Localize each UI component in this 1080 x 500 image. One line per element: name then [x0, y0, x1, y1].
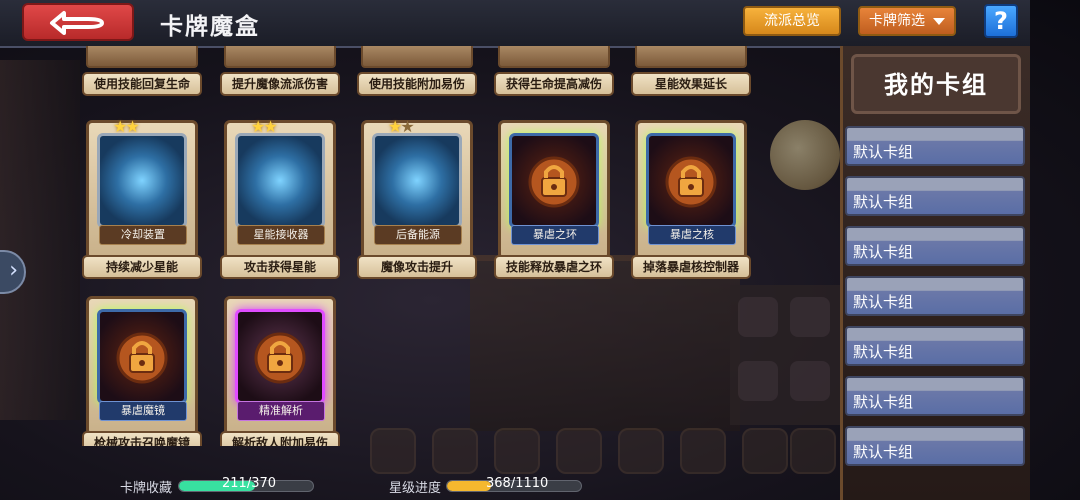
card-description: 持续减少星能 [82, 255, 202, 279]
card-name: 暴虐魔镜 [99, 401, 187, 421]
deck-item[interactable]: 默认卡组 [845, 176, 1025, 216]
deck-item-label: 默认卡组 [853, 143, 914, 161]
lock-icon [509, 133, 599, 228]
page-title: 卡牌魔盒 [160, 14, 260, 40]
card-description: 攻击获得星能 [220, 255, 340, 279]
star-progress-fill [447, 481, 492, 491]
card-description: 使用技能回复生命 [82, 72, 202, 96]
card-partial[interactable]: 提升魔像流派伤害 [220, 46, 340, 96]
card-art-icon [97, 133, 187, 228]
back-arrow-icon [50, 11, 104, 35]
deck-item[interactable]: 默认卡组 [845, 226, 1025, 266]
card-partial[interactable]: 获得生命提高减伤 [494, 46, 614, 96]
card-partial[interactable]: 星能效果延长 [631, 46, 751, 96]
deck-item-label: 默认卡组 [853, 243, 914, 261]
card-description: 获得生命提高减伤 [494, 72, 614, 96]
card-description: 掉落暴虐核控制器 [631, 255, 751, 279]
lock-icon [97, 309, 187, 404]
progress-bar-area: 卡牌收藏 211/370 星级进度 368/1110 [0, 472, 840, 500]
card-partial[interactable]: 使用技能回复生命 [82, 46, 202, 96]
card-description: 枪械攻击召唤魔镜 [82, 431, 202, 446]
card-description: 魔像攻击提升 [357, 255, 477, 279]
school-overview-button[interactable]: 流派总览 [743, 6, 841, 36]
card-description: 星能效果延长 [631, 72, 751, 96]
deck-item-label: 默认卡组 [853, 443, 914, 461]
card-art-icon [372, 133, 462, 228]
card-description: 提升魔像流派伤害 [220, 72, 340, 96]
deck-panel: 我的卡组 默认卡组 默认卡组 默认卡组 默认卡组 默认卡组 默认卡组 默认卡组 [840, 46, 1030, 500]
deck-item[interactable]: 默认卡组 [845, 126, 1025, 166]
card-name: 星能接收器 [237, 225, 325, 245]
deck-title: 我的卡组 [884, 71, 988, 99]
star-progress-label: 星级进度 [389, 481, 442, 496]
card-partial[interactable]: 使用技能附加易伤 [357, 46, 477, 96]
lock-icon [646, 133, 736, 228]
back-button[interactable] [22, 3, 134, 41]
top-bar: 卡牌魔盒 流派总览 卡牌筛选 ? [0, 0, 1030, 48]
card-filter-button[interactable]: 卡牌筛选 [858, 6, 956, 36]
card-filter-label: 卡牌筛选 [869, 13, 925, 29]
card-art-icon [235, 133, 325, 228]
card-name: 后备能源 [374, 225, 462, 245]
deck-item-label: 默认卡组 [853, 343, 914, 361]
card-name: 暴虐之核 [648, 225, 736, 245]
card-name: 冷却装置 [99, 225, 187, 245]
card-description: 技能释放暴虐之环 [494, 255, 614, 279]
deck-item[interactable]: 默认卡组 [845, 426, 1025, 466]
deck-item-label: 默认卡组 [853, 293, 914, 311]
card-name: 精准解析 [237, 401, 325, 421]
card-description: 解析敌人附加易伤 [220, 431, 340, 446]
card-name: 暴虐之环 [511, 225, 599, 245]
collection-count: 211/370 [222, 476, 277, 491]
lock-icon [235, 309, 325, 404]
deck-item-label: 默认卡组 [853, 193, 914, 211]
deck-item[interactable]: 默认卡组 [845, 326, 1025, 366]
chevron-down-icon [933, 17, 945, 25]
deck-item[interactable]: 默认卡组 [845, 276, 1025, 316]
deck-item[interactable]: 默认卡组 [845, 376, 1025, 416]
card-description: 使用技能附加易伤 [357, 72, 477, 96]
collection-label: 卡牌收藏 [120, 481, 173, 496]
card-grid: 使用技能回复生命 提升魔像流派伤害 使用技能附加易伤 获得生命提高减伤 星能效果… [0, 46, 840, 446]
deck-title-box: 我的卡组 [851, 54, 1021, 114]
star-progress-count: 368/1110 [486, 476, 549, 491]
deck-item-label: 默认卡组 [853, 393, 914, 411]
help-button[interactable]: ? [984, 4, 1018, 38]
